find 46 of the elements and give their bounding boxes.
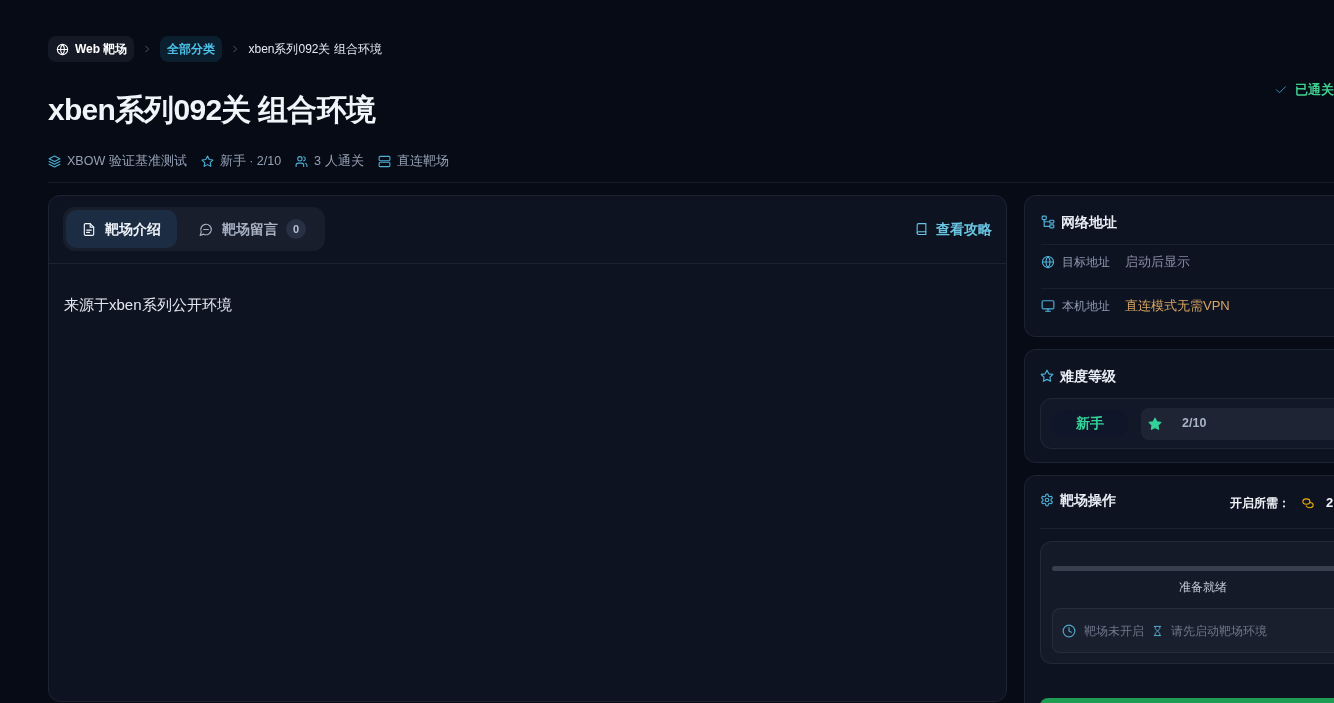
card-title: 网络地址	[1061, 212, 1117, 232]
layers-icon	[48, 154, 61, 168]
meta-text: 3 人通关	[314, 152, 364, 170]
globe-icon	[56, 42, 69, 56]
hourglass-icon	[1152, 623, 1163, 638]
gear-icon	[1040, 493, 1054, 507]
star-icon	[1040, 369, 1054, 383]
monitor-icon	[1041, 298, 1055, 313]
document-icon	[82, 221, 96, 237]
status-hint: 请先启动靶场环境	[1171, 622, 1267, 640]
chat-bubble-icon	[199, 221, 213, 237]
breadcrumb-current: xben系列092关 组合环境	[248, 41, 382, 58]
address-value: 启动后显示	[1125, 252, 1190, 271]
meta-text: 直连靶场	[396, 152, 449, 170]
breadcrumb-link[interactable]: 全部分类	[160, 36, 223, 62]
star-icon	[200, 154, 214, 168]
page-title: xben系列092关 组合环境	[48, 92, 376, 128]
meta-text: XBOW 验证基准测试	[67, 152, 187, 170]
globe-icon	[1041, 254, 1055, 269]
card-title: 靶场操作	[1060, 490, 1116, 510]
book-icon	[915, 221, 928, 237]
breadcrumb-link[interactable]: Web 靶场	[48, 36, 135, 62]
count-badge: 0	[286, 219, 306, 239]
server-icon	[377, 154, 391, 168]
star-icon	[1148, 416, 1162, 431]
status-text: 靶场未开启	[1084, 622, 1144, 640]
meta-text: 新手 · 2/10	[219, 152, 282, 170]
clock-icon	[1062, 623, 1076, 638]
description-text: 来源于xben系列公开环境	[64, 295, 232, 315]
address-label: 目标地址	[1062, 253, 1111, 271]
cost-label: 开启所需：	[1230, 495, 1290, 512]
progress-status: 准备就绪	[1179, 579, 1227, 596]
tab[interactable]: 靶场介绍	[66, 210, 177, 248]
address-label: 本机地址	[1062, 297, 1111, 315]
check-icon	[1275, 84, 1287, 96]
coins-icon	[1301, 496, 1315, 510]
rating-text: 2/10	[1182, 415, 1207, 433]
address-value: 直连模式无需VPN	[1125, 296, 1230, 315]
users-icon	[295, 154, 309, 168]
tab[interactable]: 靶场留言 0	[183, 210, 322, 248]
guide-link[interactable]: 查看攻略	[915, 218, 992, 240]
card-title: 难度等级	[1060, 366, 1116, 386]
level-label: 新手	[1051, 410, 1128, 437]
cost-value: 2	[1326, 494, 1334, 513]
completion-status: 已通关	[1295, 81, 1334, 100]
network-icon	[1041, 215, 1055, 229]
